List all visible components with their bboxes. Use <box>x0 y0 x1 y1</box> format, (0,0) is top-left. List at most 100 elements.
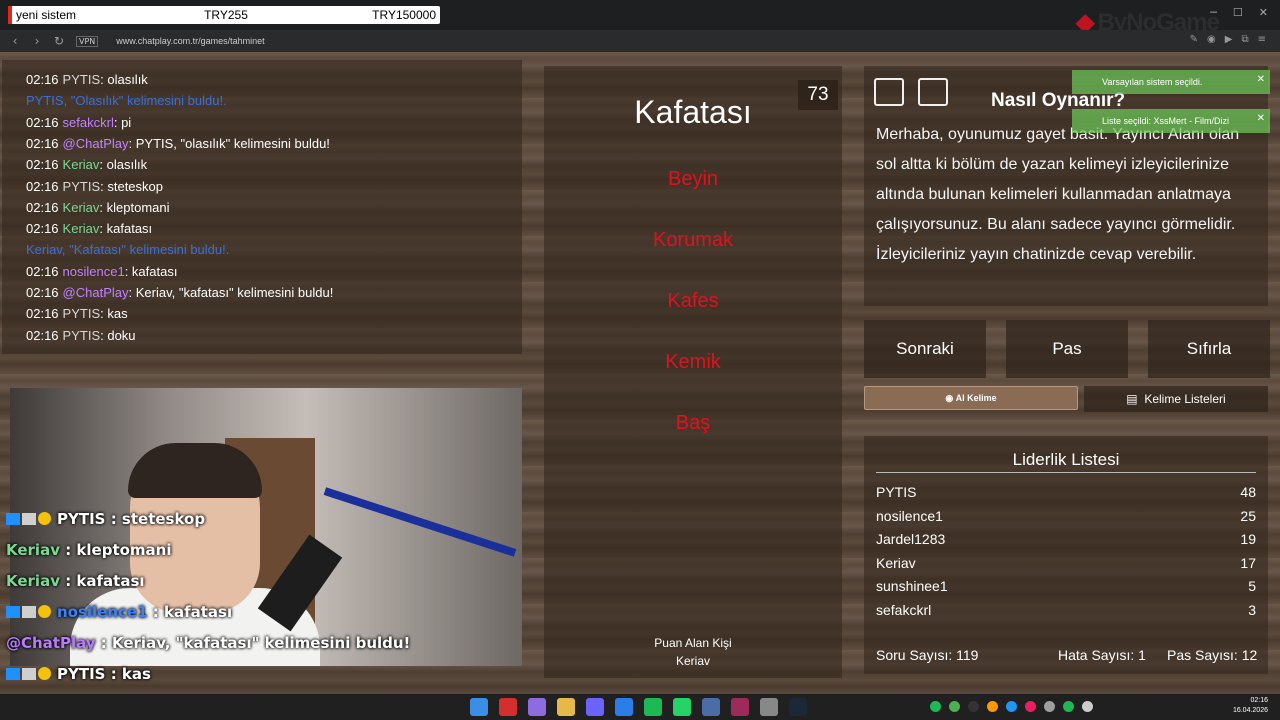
word-lists-button[interactable]: ▤ Kelime Listeleri <box>1084 386 1268 412</box>
stream-info-bar: yeni sistem TRY255 TRY150000 <box>8 6 440 24</box>
chat-message: : steteskop <box>100 178 163 194</box>
overlay-chat-line: Keriav : kafatası <box>6 572 145 590</box>
reload-icon[interactable]: ↻ <box>52 34 66 48</box>
chat-line: 02:16 @ChatPlay: Keriav, "kafatası" kelim… <box>26 285 333 300</box>
next-button[interactable]: Sonraki <box>864 320 986 378</box>
ai-icon: ◉ <box>945 392 956 403</box>
clock[interactable]: 02:16 16.04.2026 <box>1233 696 1268 716</box>
chat-username[interactable]: nosilence1 <box>63 264 125 279</box>
close-icon[interactable]: ✕ <box>1259 6 1268 19</box>
chat-username[interactable]: Keriav <box>63 157 100 172</box>
accent-stripe <box>8 6 12 24</box>
chat-time: 02:16 <box>26 114 59 130</box>
game-page: 02:16 PYTIS: olasılık PYTIS, "Olasılık" ke… <box>0 52 1280 694</box>
toast-text: Liste seçildi: XssMert - Film/Dizi <box>1102 116 1230 126</box>
chat-username[interactable]: Keriav <box>63 200 100 215</box>
chat-username[interactable]: Keriav <box>63 221 100 236</box>
menu-icon[interactable]: ≡ <box>1258 34 1266 45</box>
chat-time: 02:16 <box>26 72 59 87</box>
forbidden-word: Kafes <box>667 290 719 312</box>
leaderboard-row: Keriav 17 <box>876 555 1256 571</box>
badge-gray-icon <box>22 668 36 680</box>
address-bar[interactable]: www.chatplay.com.tr/games/tahminet <box>116 36 264 46</box>
badge-coin-icon <box>38 605 51 618</box>
volume-icon[interactable] <box>1082 701 1093 712</box>
rules-panel: Nasıl Oynanır? Merhaba, oyunumuz gayet b… <box>864 66 1268 306</box>
chat-message: : kafatası <box>124 263 178 279</box>
pass-button[interactable]: Pas <box>1006 320 1128 378</box>
chat-username[interactable]: PYTIS <box>63 306 101 321</box>
window-titlebar: yeni sistem TRY255 TRY150000 ◆ ByNoGame ─… <box>0 0 1280 36</box>
opera-icon[interactable] <box>499 698 517 716</box>
overlay-chat-line: PYTIS : steteskop <box>6 510 205 528</box>
tray-icon[interactable] <box>930 701 941 712</box>
error-count: Hata Sayısı: 1 <box>1058 647 1146 663</box>
close-icon[interactable]: ✕ <box>1257 74 1265 85</box>
player-name: sunshinee1 <box>876 578 948 595</box>
timer: 73 <box>798 80 838 110</box>
chat-username[interactable]: @ChatPlay <box>63 285 129 300</box>
tray-icon[interactable] <box>1025 701 1036 712</box>
player-score: 17 <box>1240 554 1256 571</box>
close-icon[interactable]: ✕ <box>1257 113 1265 124</box>
taskbar: 02:16 16.04.2026 <box>0 694 1280 720</box>
badge-gray-icon <box>22 513 36 525</box>
discord-icon[interactable] <box>586 698 604 716</box>
chat-message: : olasılık <box>100 72 148 87</box>
edit-icon[interactable]: ✎ <box>1190 34 1198 45</box>
overlay-title: yeni sistem <box>16 8 77 22</box>
minimize-icon[interactable]: ─ <box>1210 6 1217 19</box>
back-icon[interactable]: ‹ <box>8 34 22 48</box>
chat-message: : pi <box>113 114 132 130</box>
player-score: 5 <box>1248 578 1256 595</box>
editor-icon[interactable] <box>731 698 749 716</box>
notes-icon[interactable] <box>918 78 948 106</box>
reset-button[interactable]: Sıfırla <box>1148 320 1270 378</box>
folder-icon[interactable] <box>557 698 575 716</box>
play-icon[interactable]: ▶ <box>1225 34 1233 45</box>
copilot-icon[interactable] <box>528 698 546 716</box>
camera-icon[interactable]: ◉ <box>1207 34 1216 45</box>
question-count: Soru Sayısı: 119 <box>876 647 979 663</box>
chat-time: 02:16 <box>26 199 59 215</box>
tray-icon[interactable] <box>949 701 960 712</box>
tray-icon[interactable] <box>1044 701 1055 712</box>
player-name: sefakckrl <box>876 602 932 618</box>
giver-label: Puan Alan Kişi <box>654 636 732 650</box>
fullscreen-icon[interactable] <box>874 78 904 106</box>
tray-icon[interactable] <box>968 701 979 712</box>
start-icon[interactable] <box>470 698 488 716</box>
steam-icon[interactable] <box>789 698 807 716</box>
chat-username[interactable]: PYTIS <box>63 328 101 343</box>
chat-line: 02:16 PYTIS: olasılık <box>26 72 148 87</box>
chat-username[interactable]: @ChatPlay <box>63 136 129 151</box>
chat-line: Keriav, "Kafatası" kelimesini buldu!. <box>26 242 230 258</box>
tray-icon[interactable] <box>1006 701 1017 712</box>
maximize-icon[interactable]: ☐ <box>1233 6 1243 19</box>
whatsapp-icon[interactable] <box>673 698 691 716</box>
extensions-icon[interactable]: ⧉ <box>1241 34 1248 45</box>
app-icon[interactable] <box>702 698 720 716</box>
player-score: 48 <box>1240 484 1256 500</box>
tray-icon[interactable] <box>987 701 998 712</box>
chat-message: : kas <box>100 306 128 322</box>
taskbar-apps <box>470 698 807 716</box>
badge-blue-icon <box>6 513 20 525</box>
obs-icon[interactable] <box>760 698 778 716</box>
forward-icon[interactable]: › <box>30 34 44 48</box>
tray-icon[interactable] <box>1063 701 1074 712</box>
giver-name: Keriav <box>675 654 710 668</box>
currency-a: TRY255 <box>204 8 248 22</box>
leaderboard-row: nosilence1 25 <box>876 508 1256 524</box>
ai-word-button[interactable]: ◉ AI Kelime <box>864 386 1078 410</box>
chat-username[interactable]: PYTIS <box>63 72 101 87</box>
vpn-badge[interactable]: VPN <box>76 35 99 47</box>
browser-toolbar-icons: ✎ ◉ ▶ ⧉ ≡ <box>1190 34 1266 45</box>
overlay-chat-line: nosilence1 : kafatası <box>6 603 232 621</box>
rules-text: Merhaba, oyunumuz gayet basit. Yayıncı A… <box>876 126 1240 263</box>
chat-line: 02:16 @ChatPlay: PYTIS, "olasılık" kelime… <box>26 136 330 151</box>
chat-username[interactable]: sefakckrl <box>63 115 114 130</box>
mail-icon[interactable] <box>615 698 633 716</box>
spotify-icon[interactable] <box>644 698 662 716</box>
chat-username[interactable]: PYTIS <box>63 179 101 194</box>
